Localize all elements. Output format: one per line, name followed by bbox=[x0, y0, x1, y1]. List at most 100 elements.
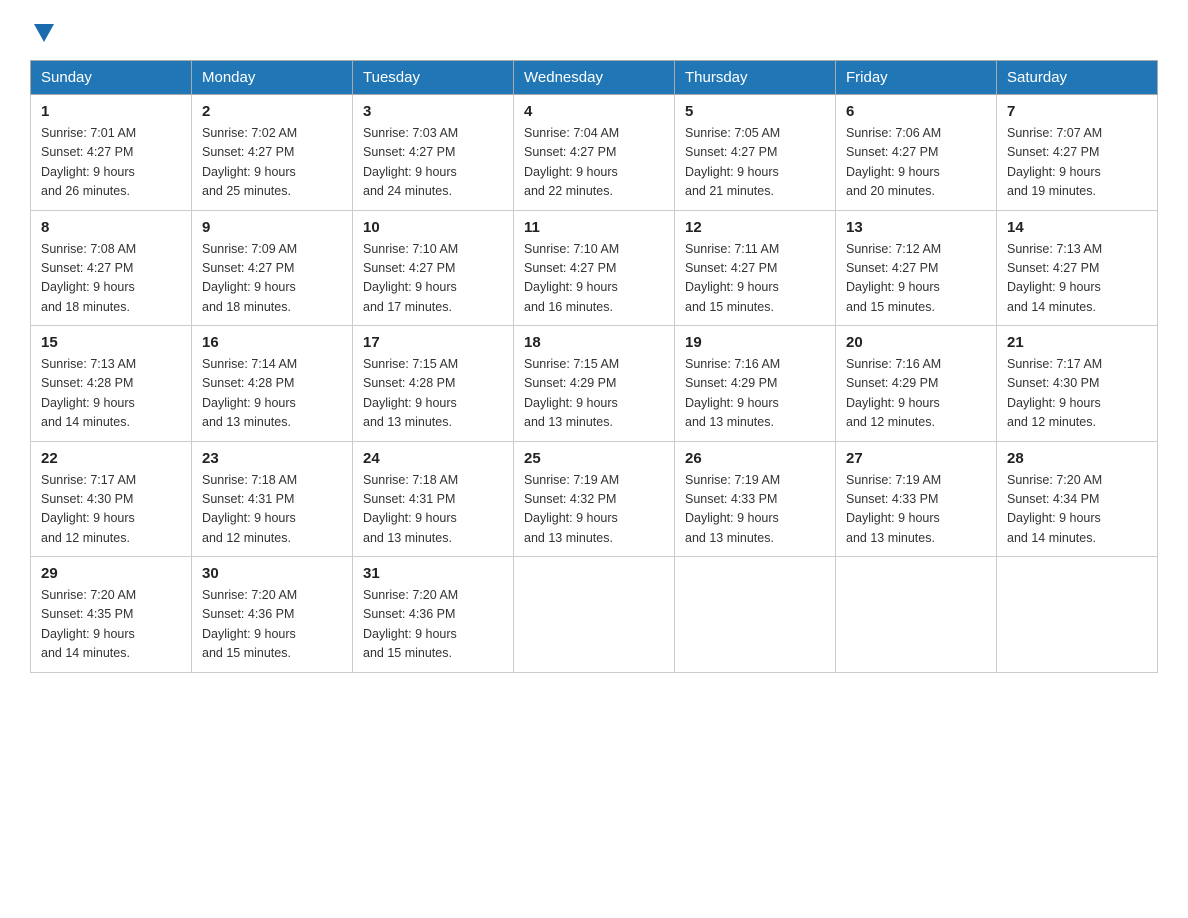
calendar-header-wednesday: Wednesday bbox=[514, 61, 675, 95]
calendar-day-cell: 11 Sunrise: 7:10 AMSunset: 4:27 PMDaylig… bbox=[514, 210, 675, 326]
day-number: 6 bbox=[846, 103, 986, 120]
calendar-day-cell: 16 Sunrise: 7:14 AMSunset: 4:28 PMDaylig… bbox=[192, 326, 353, 442]
day-info: Sunrise: 7:16 AMSunset: 4:29 PMDaylight:… bbox=[846, 355, 986, 433]
calendar-day-cell: 4 Sunrise: 7:04 AMSunset: 4:27 PMDayligh… bbox=[514, 95, 675, 211]
day-number: 25 bbox=[524, 450, 664, 467]
calendar-header-monday: Monday bbox=[192, 61, 353, 95]
day-info: Sunrise: 7:10 AMSunset: 4:27 PMDaylight:… bbox=[524, 240, 664, 318]
day-number: 1 bbox=[41, 103, 181, 120]
day-info: Sunrise: 7:16 AMSunset: 4:29 PMDaylight:… bbox=[685, 355, 825, 433]
calendar-day-cell: 31 Sunrise: 7:20 AMSunset: 4:36 PMDaylig… bbox=[353, 557, 514, 673]
calendar-day-cell: 21 Sunrise: 7:17 AMSunset: 4:30 PMDaylig… bbox=[997, 326, 1158, 442]
day-info: Sunrise: 7:20 AMSunset: 4:35 PMDaylight:… bbox=[41, 586, 181, 664]
calendar-empty-cell bbox=[514, 557, 675, 673]
calendar-day-cell: 22 Sunrise: 7:17 AMSunset: 4:30 PMDaylig… bbox=[31, 441, 192, 557]
calendar-header-sunday: Sunday bbox=[31, 61, 192, 95]
calendar-day-cell: 26 Sunrise: 7:19 AMSunset: 4:33 PMDaylig… bbox=[675, 441, 836, 557]
calendar-day-cell: 1 Sunrise: 7:01 AMSunset: 4:27 PMDayligh… bbox=[31, 95, 192, 211]
day-info: Sunrise: 7:12 AMSunset: 4:27 PMDaylight:… bbox=[846, 240, 986, 318]
day-number: 29 bbox=[41, 565, 181, 582]
calendar-empty-cell bbox=[836, 557, 997, 673]
calendar-day-cell: 30 Sunrise: 7:20 AMSunset: 4:36 PMDaylig… bbox=[192, 557, 353, 673]
day-info: Sunrise: 7:15 AMSunset: 4:29 PMDaylight:… bbox=[524, 355, 664, 433]
day-number: 26 bbox=[685, 450, 825, 467]
calendar-table: SundayMondayTuesdayWednesdayThursdayFrid… bbox=[30, 60, 1158, 673]
day-number: 4 bbox=[524, 103, 664, 120]
day-number: 7 bbox=[1007, 103, 1147, 120]
day-info: Sunrise: 7:13 AMSunset: 4:27 PMDaylight:… bbox=[1007, 240, 1147, 318]
day-number: 5 bbox=[685, 103, 825, 120]
calendar-day-cell: 28 Sunrise: 7:20 AMSunset: 4:34 PMDaylig… bbox=[997, 441, 1158, 557]
day-info: Sunrise: 7:19 AMSunset: 4:33 PMDaylight:… bbox=[685, 471, 825, 549]
calendar-day-cell: 18 Sunrise: 7:15 AMSunset: 4:29 PMDaylig… bbox=[514, 326, 675, 442]
calendar-day-cell: 19 Sunrise: 7:16 AMSunset: 4:29 PMDaylig… bbox=[675, 326, 836, 442]
day-info: Sunrise: 7:03 AMSunset: 4:27 PMDaylight:… bbox=[363, 124, 503, 202]
calendar-day-cell: 13 Sunrise: 7:12 AMSunset: 4:27 PMDaylig… bbox=[836, 210, 997, 326]
day-number: 28 bbox=[1007, 450, 1147, 467]
calendar-day-cell: 20 Sunrise: 7:16 AMSunset: 4:29 PMDaylig… bbox=[836, 326, 997, 442]
day-number: 2 bbox=[202, 103, 342, 120]
day-number: 8 bbox=[41, 219, 181, 236]
logo-triangle-icon bbox=[34, 24, 54, 42]
day-info: Sunrise: 7:10 AMSunset: 4:27 PMDaylight:… bbox=[363, 240, 503, 318]
calendar-day-cell: 7 Sunrise: 7:07 AMSunset: 4:27 PMDayligh… bbox=[997, 95, 1158, 211]
day-info: Sunrise: 7:06 AMSunset: 4:27 PMDaylight:… bbox=[846, 124, 986, 202]
page-header bbox=[30, 20, 1158, 42]
day-info: Sunrise: 7:18 AMSunset: 4:31 PMDaylight:… bbox=[202, 471, 342, 549]
calendar-week-row: 22 Sunrise: 7:17 AMSunset: 4:30 PMDaylig… bbox=[31, 441, 1158, 557]
calendar-header-thursday: Thursday bbox=[675, 61, 836, 95]
day-number: 31 bbox=[363, 565, 503, 582]
day-number: 16 bbox=[202, 334, 342, 351]
day-info: Sunrise: 7:02 AMSunset: 4:27 PMDaylight:… bbox=[202, 124, 342, 202]
calendar-header-saturday: Saturday bbox=[997, 61, 1158, 95]
logo bbox=[30, 20, 54, 42]
day-number: 11 bbox=[524, 219, 664, 236]
day-number: 24 bbox=[363, 450, 503, 467]
day-info: Sunrise: 7:11 AMSunset: 4:27 PMDaylight:… bbox=[685, 240, 825, 318]
day-number: 17 bbox=[363, 334, 503, 351]
day-info: Sunrise: 7:20 AMSunset: 4:36 PMDaylight:… bbox=[202, 586, 342, 664]
day-number: 15 bbox=[41, 334, 181, 351]
calendar-day-cell: 27 Sunrise: 7:19 AMSunset: 4:33 PMDaylig… bbox=[836, 441, 997, 557]
day-info: Sunrise: 7:17 AMSunset: 4:30 PMDaylight:… bbox=[41, 471, 181, 549]
day-info: Sunrise: 7:13 AMSunset: 4:28 PMDaylight:… bbox=[41, 355, 181, 433]
calendar-day-cell: 2 Sunrise: 7:02 AMSunset: 4:27 PMDayligh… bbox=[192, 95, 353, 211]
day-info: Sunrise: 7:07 AMSunset: 4:27 PMDaylight:… bbox=[1007, 124, 1147, 202]
calendar-day-cell: 24 Sunrise: 7:18 AMSunset: 4:31 PMDaylig… bbox=[353, 441, 514, 557]
calendar-week-row: 8 Sunrise: 7:08 AMSunset: 4:27 PMDayligh… bbox=[31, 210, 1158, 326]
day-number: 9 bbox=[202, 219, 342, 236]
calendar-week-row: 15 Sunrise: 7:13 AMSunset: 4:28 PMDaylig… bbox=[31, 326, 1158, 442]
calendar-header-row: SundayMondayTuesdayWednesdayThursdayFrid… bbox=[31, 61, 1158, 95]
day-number: 21 bbox=[1007, 334, 1147, 351]
day-info: Sunrise: 7:01 AMSunset: 4:27 PMDaylight:… bbox=[41, 124, 181, 202]
day-info: Sunrise: 7:17 AMSunset: 4:30 PMDaylight:… bbox=[1007, 355, 1147, 433]
day-number: 30 bbox=[202, 565, 342, 582]
day-number: 13 bbox=[846, 219, 986, 236]
day-number: 3 bbox=[363, 103, 503, 120]
day-info: Sunrise: 7:20 AMSunset: 4:34 PMDaylight:… bbox=[1007, 471, 1147, 549]
calendar-header-friday: Friday bbox=[836, 61, 997, 95]
calendar-day-cell: 6 Sunrise: 7:06 AMSunset: 4:27 PMDayligh… bbox=[836, 95, 997, 211]
day-number: 19 bbox=[685, 334, 825, 351]
day-number: 10 bbox=[363, 219, 503, 236]
day-number: 14 bbox=[1007, 219, 1147, 236]
calendar-day-cell: 3 Sunrise: 7:03 AMSunset: 4:27 PMDayligh… bbox=[353, 95, 514, 211]
day-info: Sunrise: 7:09 AMSunset: 4:27 PMDaylight:… bbox=[202, 240, 342, 318]
calendar-empty-cell bbox=[675, 557, 836, 673]
day-info: Sunrise: 7:04 AMSunset: 4:27 PMDaylight:… bbox=[524, 124, 664, 202]
calendar-day-cell: 25 Sunrise: 7:19 AMSunset: 4:32 PMDaylig… bbox=[514, 441, 675, 557]
calendar-day-cell: 5 Sunrise: 7:05 AMSunset: 4:27 PMDayligh… bbox=[675, 95, 836, 211]
day-number: 27 bbox=[846, 450, 986, 467]
calendar-day-cell: 17 Sunrise: 7:15 AMSunset: 4:28 PMDaylig… bbox=[353, 326, 514, 442]
calendar-week-row: 1 Sunrise: 7:01 AMSunset: 4:27 PMDayligh… bbox=[31, 95, 1158, 211]
day-info: Sunrise: 7:19 AMSunset: 4:33 PMDaylight:… bbox=[846, 471, 986, 549]
day-number: 22 bbox=[41, 450, 181, 467]
calendar-day-cell: 15 Sunrise: 7:13 AMSunset: 4:28 PMDaylig… bbox=[31, 326, 192, 442]
day-info: Sunrise: 7:15 AMSunset: 4:28 PMDaylight:… bbox=[363, 355, 503, 433]
calendar-day-cell: 29 Sunrise: 7:20 AMSunset: 4:35 PMDaylig… bbox=[31, 557, 192, 673]
day-info: Sunrise: 7:19 AMSunset: 4:32 PMDaylight:… bbox=[524, 471, 664, 549]
calendar-day-cell: 12 Sunrise: 7:11 AMSunset: 4:27 PMDaylig… bbox=[675, 210, 836, 326]
day-info: Sunrise: 7:20 AMSunset: 4:36 PMDaylight:… bbox=[363, 586, 503, 664]
day-number: 12 bbox=[685, 219, 825, 236]
day-info: Sunrise: 7:08 AMSunset: 4:27 PMDaylight:… bbox=[41, 240, 181, 318]
